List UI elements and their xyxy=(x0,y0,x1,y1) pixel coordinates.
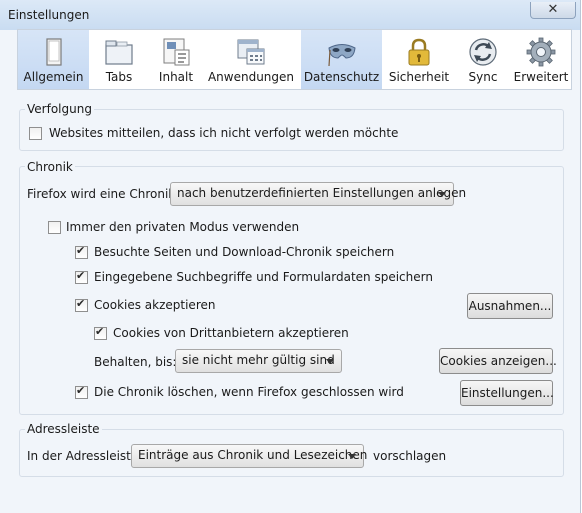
keep-until-value: sie nicht mehr gültig sind xyxy=(182,353,335,367)
clear-settings-button-label: Einstellungen... xyxy=(461,386,554,400)
show-cookies-button-label: Cookies anzeigen... xyxy=(440,354,557,368)
tab-inhalt-label: Inhalt xyxy=(158,70,194,84)
close-icon: ✕ xyxy=(547,2,559,17)
location-bar-heading: Adressleiste xyxy=(25,422,102,436)
keep-until-label: Behalten, bis: xyxy=(94,355,177,369)
history-mode-label: Firefox wird eine Chronik: xyxy=(27,187,180,201)
tabs-icon xyxy=(105,40,133,65)
do-not-track-checkbox[interactable] xyxy=(29,127,42,140)
tab-inhalt[interactable]: Inhalt xyxy=(148,30,204,89)
keep-until-select[interactable]: sie nicht mehr gültig sind xyxy=(175,349,342,373)
tab-sync[interactable]: Sync xyxy=(456,30,510,89)
sync-icon xyxy=(469,38,497,66)
clear-on-close-label[interactable]: Die Chronik löschen, wenn Firefox geschl… xyxy=(94,385,404,399)
clear-on-close-checkbox[interactable] xyxy=(75,384,88,399)
tab-datenschutz[interactable]: Datenschutz xyxy=(301,30,382,89)
remember-history-label[interactable]: Besuchte Seiten und Download-Chronik spe… xyxy=(94,245,394,259)
third-party-cookies-checkbox[interactable] xyxy=(94,325,107,340)
tab-sicherheit[interactable]: Sicherheit xyxy=(386,30,452,89)
exceptions-button[interactable]: Ausnahmen... xyxy=(467,293,553,319)
close-button[interactable]: ✕ xyxy=(530,2,576,19)
private-mode-label[interactable]: Immer den privaten Modus verwenden xyxy=(66,220,299,234)
chevron-down-icon xyxy=(438,192,446,197)
location-bar-suggest-value: Einträge aus Chronik und Lesezeichen xyxy=(138,448,368,462)
tab-sync-label: Sync xyxy=(468,70,498,84)
preferences-toolbar: Allgemein Tabs Inhalt Anwendungen Datens… xyxy=(17,29,572,90)
remember-forms-label[interactable]: Eingegebene Suchbegriffe und Formulardat… xyxy=(94,270,433,284)
content-icon xyxy=(163,38,190,66)
third-party-cookies-label[interactable]: Cookies von Drittanbietern akzeptieren xyxy=(113,326,349,340)
tab-allgemein[interactable]: Allgemein xyxy=(18,30,89,89)
tab-sicherheit-label: Sicherheit xyxy=(388,70,450,84)
chevron-down-icon xyxy=(348,454,356,459)
tab-erweitert[interactable]: Erweitert xyxy=(512,30,570,89)
remember-history-checkbox[interactable] xyxy=(75,244,88,259)
applications-icon xyxy=(237,39,265,65)
tab-tabs[interactable]: Tabs xyxy=(90,30,148,89)
location-bar-prefix: In der Adressleiste xyxy=(27,449,139,463)
accept-cookies-checkbox[interactable] xyxy=(75,297,88,312)
mask-icon xyxy=(327,44,356,67)
tab-allgemein-label: Allgemein xyxy=(23,70,84,84)
exceptions-button-label: Ausnahmen... xyxy=(468,299,552,313)
window-title: Einstellungen xyxy=(8,8,90,22)
location-bar-suffix: vorschlagen xyxy=(373,449,447,463)
tab-tabs-label: Tabs xyxy=(105,70,133,84)
lock-icon xyxy=(408,38,430,66)
tab-anwendungen[interactable]: Anwendungen xyxy=(204,30,298,89)
tab-datenschutz-label: Datenschutz xyxy=(303,70,380,84)
tab-erweitert-label: Erweitert xyxy=(513,70,569,84)
tab-anwendungen-label: Anwendungen xyxy=(207,70,295,84)
show-cookies-button[interactable]: Cookies anzeigen... xyxy=(439,348,557,374)
do-not-track-label[interactable]: Websites mitteilen, dass ich nicht verfo… xyxy=(49,126,398,140)
window-icon xyxy=(45,38,62,66)
accept-cookies-label[interactable]: Cookies akzeptieren xyxy=(94,298,215,312)
location-bar-suggest-select[interactable]: Einträge aus Chronik und Lesezeichen xyxy=(131,444,368,468)
title-bar: Einstellungen ✕ xyxy=(0,0,580,30)
remember-forms-checkbox[interactable] xyxy=(75,269,88,284)
history-mode-select[interactable]: nach benutzerdefinierten Einstellungen a… xyxy=(170,182,466,206)
clear-settings-button[interactable]: Einstellungen... xyxy=(460,380,554,406)
private-mode-checkbox[interactable] xyxy=(48,221,61,234)
history-heading: Chronik xyxy=(25,160,75,174)
gear-icon xyxy=(526,37,556,67)
tracking-heading: Verfolgung xyxy=(25,102,94,116)
preferences-window: Einstellungen ✕ Allgemein Tabs Inhalt An… xyxy=(0,0,581,513)
history-mode-value: nach benutzerdefinierten Einstellungen a… xyxy=(177,186,467,200)
chevron-down-icon xyxy=(326,359,334,364)
